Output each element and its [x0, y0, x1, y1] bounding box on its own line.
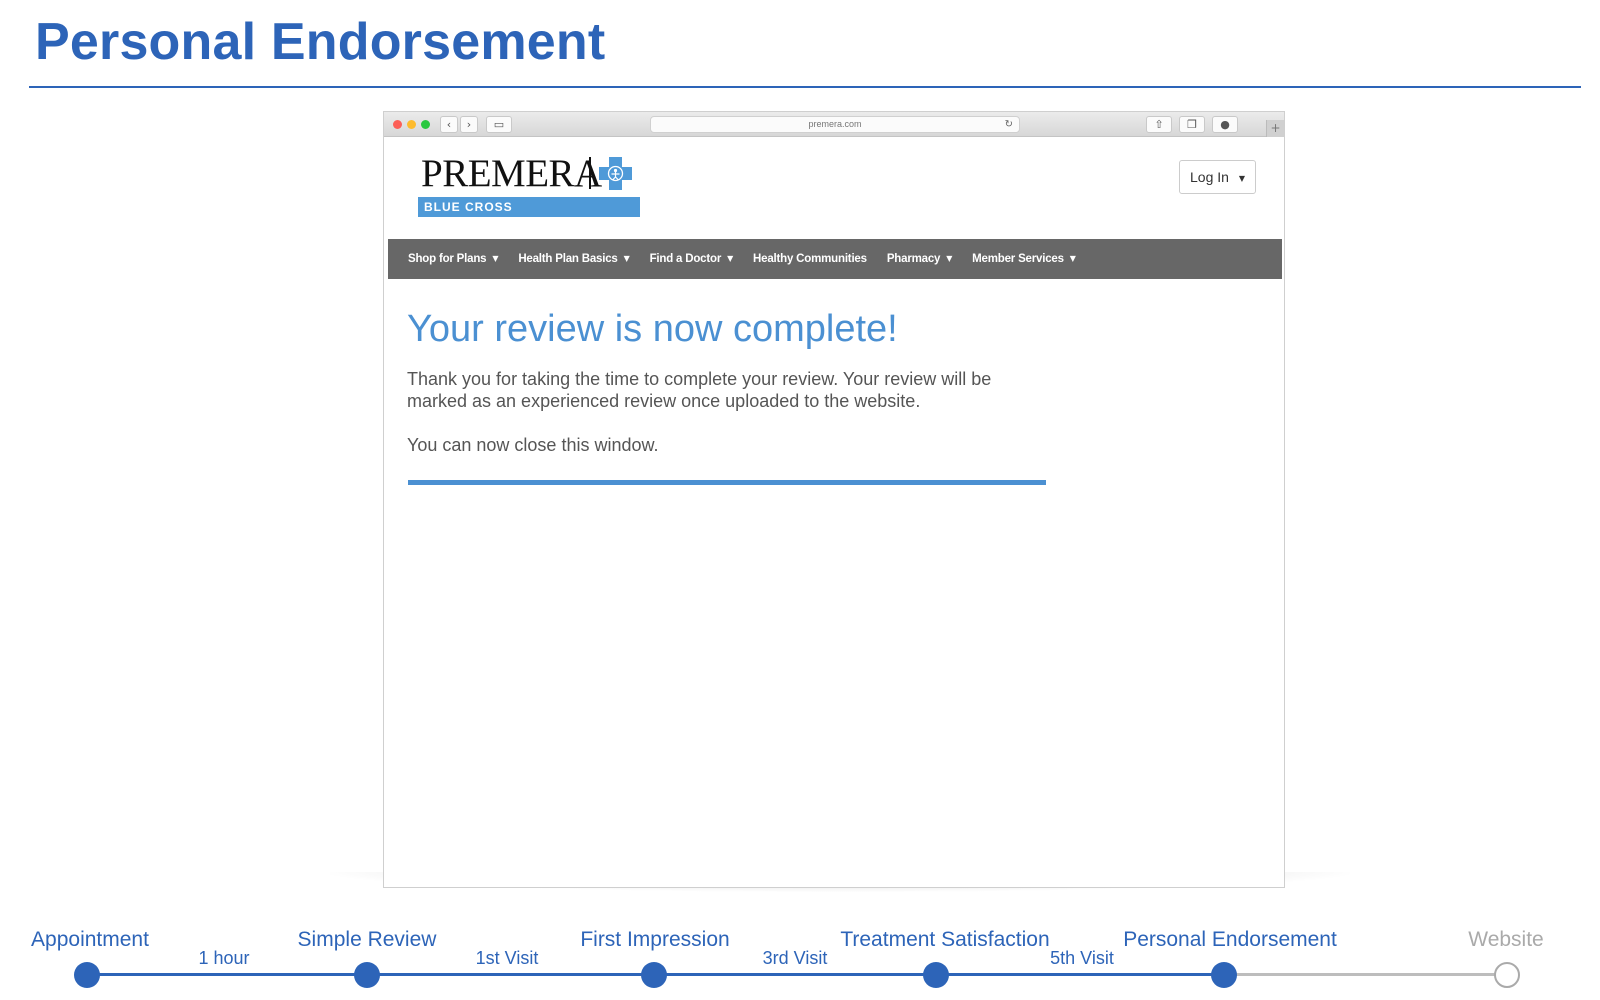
timeline-step-website: Website — [1468, 928, 1544, 951]
timeline-gap-label: 1 hour — [198, 948, 250, 968]
site-nav-bar: Shop for Plans ▼ Health Plan Basics ▼ Find… — [388, 239, 1282, 279]
address-bar[interactable]: premera.com ↻ — [650, 116, 1020, 133]
tabs-overview-button[interactable]: ❐ — [1179, 116, 1205, 133]
timeline-step-simple-review: Simple Review — [297, 928, 437, 951]
share-button[interactable]: ⇧ — [1146, 116, 1172, 133]
slide-title: Personal Endorsement — [35, 13, 606, 71]
timeline-node-simple-review — [354, 962, 380, 988]
downloads-button[interactable]: ● — [1212, 116, 1238, 133]
nav-item-label: Shop for Plans — [408, 253, 487, 265]
reload-icon[interactable]: ↻ — [1005, 117, 1013, 132]
nav-item-label: Health Plan Basics — [518, 253, 618, 265]
content-divider — [408, 480, 1046, 485]
sidebar-toggle-button[interactable]: ▭ — [486, 116, 512, 133]
browser-window: ‹ › ▭ premera.com ↻ ⇧ ❐ ● + PREMERA BLUE… — [383, 111, 1285, 888]
nav-item-label: Pharmacy — [886, 253, 941, 265]
timeline-gap-label: 3rd Visit — [762, 948, 828, 968]
nav-item-member-services[interactable]: Member Services ▼ — [972, 253, 1076, 265]
minimize-window-button[interactable] — [407, 120, 416, 129]
forward-button[interactable]: › — [460, 116, 478, 133]
logo-divider — [589, 157, 591, 189]
caret-down-icon: ▼ — [492, 254, 499, 263]
title-divider — [29, 86, 1581, 88]
nav-item-pharmacy[interactable]: Pharmacy ▼ — [886, 253, 953, 265]
timeline-node-first-impression — [641, 962, 667, 988]
new-tab-button[interactable]: + — [1266, 120, 1284, 137]
caret-down-icon: ▼ — [1238, 174, 1245, 183]
nav-item-healthy-communities[interactable]: Healthy Communities — [753, 253, 867, 265]
caret-down-icon: ▼ — [623, 254, 630, 263]
chevron-right-icon: › — [466, 118, 472, 131]
nav-item-shop-for-plans[interactable]: Shop for Plans ▼ — [408, 253, 499, 265]
caret-down-icon: ▼ — [1069, 254, 1076, 263]
timeline-step-treatment-satisfaction: Treatment Satisfaction — [840, 928, 1050, 951]
timeline-gap-label: 5th Visit — [1050, 948, 1114, 968]
chevron-left-icon: ‹ — [446, 118, 452, 131]
blue-cross-logo-icon — [599, 157, 632, 190]
tabs-icon: ❐ — [1187, 118, 1197, 131]
download-icon: ● — [1220, 118, 1230, 131]
timeline-step-first-impression: First Impression — [580, 928, 730, 951]
nav-item-find-a-doctor[interactable]: Find a Doctor ▼ — [649, 253, 734, 265]
nav-item-health-plan-basics[interactable]: Health Plan Basics ▼ — [518, 253, 629, 265]
logo-tagline: BLUE CROSS — [418, 197, 640, 217]
sidebar-icon: ▭ — [493, 118, 505, 131]
caret-down-icon: ▼ — [727, 254, 734, 263]
browser-toolbar: ‹ › ▭ premera.com ↻ ⇧ ❐ ● + — [384, 112, 1284, 137]
timeline-node-website — [1494, 962, 1520, 988]
timeline-node-personal-endorsement — [1211, 962, 1237, 988]
timeline-step-personal-endorsement: Personal Endorsement — [1123, 928, 1337, 951]
back-button[interactable]: ‹ — [440, 116, 458, 133]
nav-item-label: Healthy Communities — [753, 253, 867, 265]
close-window-button[interactable] — [393, 120, 402, 129]
login-button[interactable]: Log In ▼ — [1179, 160, 1256, 194]
timeline-node-treatment-satisfaction — [923, 962, 949, 988]
close-window-note: You can now close this window. — [407, 435, 659, 455]
review-thank-you-text: Thank you for taking the time to complet… — [407, 369, 992, 411]
zoom-window-button[interactable] — [421, 120, 430, 129]
nav-item-label: Member Services — [972, 253, 1064, 265]
plus-icon: + — [1270, 121, 1281, 135]
nav-item-label: Find a Doctor — [649, 253, 722, 265]
login-label: Log In — [1190, 169, 1229, 185]
timeline-track-remaining — [1224, 973, 1507, 976]
timeline-gap-label: 1st Visit — [475, 948, 539, 968]
review-complete-heading: Your review is now complete! — [407, 308, 898, 350]
timeline-step-appointment: Appointment — [31, 928, 149, 951]
address-text: premera.com — [808, 119, 862, 129]
premera-logo-wordmark[interactable]: PREMERA — [421, 154, 602, 193]
caret-down-icon: ▼ — [946, 254, 953, 263]
share-icon: ⇧ — [1154, 118, 1164, 131]
timeline-node-appointment — [74, 962, 100, 988]
